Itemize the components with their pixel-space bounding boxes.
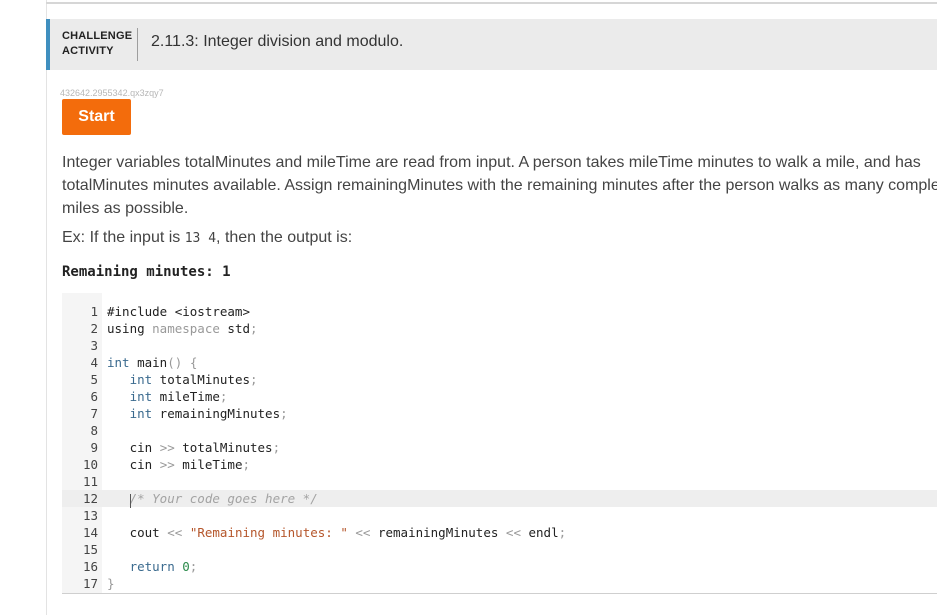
example-text: Ex: If the input is 13 4, then the outpu… [62,229,352,247]
code-text[interactable]: cout << "Remaining minutes: " << remaini… [107,524,567,541]
line-number: 1 [90,304,98,319]
code-line[interactable]: 9 cin >> totalMinutes; [62,439,937,456]
problem-description: Integer variables totalMinutes and mileT… [62,154,937,217]
code-text[interactable]: int mileTime; [107,388,228,405]
activity-kind-line1: CHALLENGE [62,30,133,42]
line-number: 17 [82,576,98,591]
line-number: 16 [82,559,98,574]
header-divider [137,28,138,61]
line-number: 6 [90,389,98,404]
example-input: 13 4 [184,231,217,246]
code-text[interactable]: #include <iostream> [107,303,250,320]
line-number: 9 [90,440,98,455]
code-text[interactable]: return 0; [107,558,198,575]
code-text[interactable]: /* Your code goes here */ [107,490,318,507]
code-line[interactable]: 17} [62,575,937,592]
code-text[interactable]: cin >> mileTime; [107,456,250,473]
line-number: 10 [82,457,98,472]
line-number: 5 [90,372,98,387]
code-line[interactable]: 14 cout << "Remaining minutes: " << rema… [62,524,937,541]
line-number: 15 [82,542,98,557]
code-text[interactable]: } [107,575,115,592]
code-line[interactable]: 1 #include <iostream> [62,303,937,320]
expected-output: Remaining minutes: 1 [62,264,231,280]
code-line[interactable]: 11 [62,473,937,490]
code-line[interactable]: 15 [62,541,937,558]
code-line[interactable]: 3 [62,337,937,354]
line-number: 8 [90,423,98,438]
line-number: 4 [90,355,98,370]
activity-header: CHALLENGE ACTIVITY 2.11.3: Integer divis… [46,19,937,70]
line-number: 2 [90,321,98,336]
code-editor[interactable]: 1 #include <iostream> 2 using namespace std… [62,293,937,594]
line-number: 14 [82,525,98,540]
example-prefix: Ex: If the input is [62,229,185,246]
code-line[interactable]: 6 int mileTime; [62,388,937,405]
code-text[interactable]: int main() { [107,354,197,371]
code-text[interactable]: cin >> totalMinutes; [107,439,281,456]
code-line[interactable]: 7 int remainingMinutes; [62,405,937,422]
line-number: 11 [82,474,98,489]
activity-kind-label: CHALLENGE ACTIVITY [62,29,132,59]
line-number: 13 [82,508,98,523]
activity-kind-line2: ACTIVITY [62,45,114,57]
line-number: 7 [90,406,98,421]
activity-id: 432642.2955342.qx3zqy7 [60,88,164,98]
top-divider [46,2,937,4]
code-line[interactable]: 4 int main() { [62,354,937,371]
code-line[interactable]: 5 int totalMinutes; [62,371,937,388]
code-line[interactable]: 2 using namespace std; [62,320,937,337]
code-line[interactable]: 13 [62,507,937,524]
code-text[interactable]: using namespace std; [107,320,258,337]
code-text[interactable]: int remainingMinutes; [107,405,288,422]
code-line[interactable]: 8 [62,422,937,439]
start-button[interactable]: Start [62,99,131,135]
line-number: 12 [82,491,98,506]
code-text[interactable]: int totalMinutes; [107,371,258,388]
activity-title: 2.11.3: Integer division and modulo. [151,33,404,50]
example-suffix: , then the output is: [216,229,353,246]
text-cursor [130,494,131,508]
line-number: 3 [90,338,98,353]
code-line[interactable]: 12 /* Your code goes here */ [62,490,937,508]
code-line[interactable]: 10 cin >> mileTime; [62,456,937,473]
code-line[interactable]: 16 return 0; [62,558,937,575]
